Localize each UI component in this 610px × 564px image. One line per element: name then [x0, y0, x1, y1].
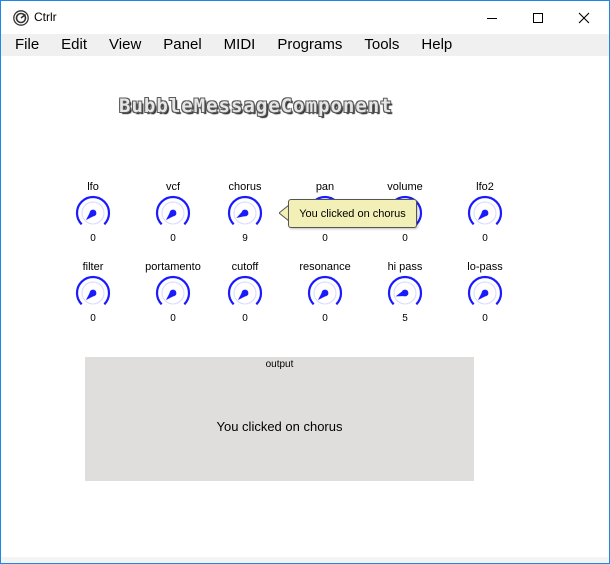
knob-filter[interactable]: filter 0: [53, 260, 133, 325]
knob-dial-icon[interactable]: [227, 275, 263, 311]
knob-label: pan: [315, 181, 335, 193]
knob-dial-icon[interactable]: [155, 195, 191, 231]
window-title: Ctrlr: [34, 10, 57, 24]
maximize-button[interactable]: [515, 1, 561, 34]
knob-dial-icon[interactable]: [467, 275, 503, 311]
close-button[interactable]: [561, 1, 607, 34]
knob-value: 0: [170, 233, 176, 244]
bubble-message: You clicked on chorus: [288, 199, 417, 228]
bottom-edge: [1, 557, 609, 563]
close-icon: [578, 12, 590, 23]
knob-label: lo-pass: [467, 261, 503, 273]
knob-portamento[interactable]: portamento 0: [133, 260, 213, 325]
menu-edit[interactable]: Edit: [51, 34, 99, 56]
knob-value: 0: [90, 233, 96, 244]
knob-label: resonance: [299, 261, 351, 273]
knob-label: lfo2: [476, 181, 494, 193]
menu-help[interactable]: Help: [411, 34, 464, 56]
output-text: You clicked on chorus: [216, 419, 343, 434]
minimize-icon: [487, 17, 497, 19]
knob-lfo[interactable]: lfo 0: [53, 180, 133, 245]
knob-value: 0: [322, 233, 328, 244]
menu-view[interactable]: View: [99, 34, 153, 56]
knob-dial-icon[interactable]: [387, 275, 423, 311]
menu-panel[interactable]: Panel: [153, 34, 213, 56]
minimize-button[interactable]: [469, 1, 515, 34]
knob-value: 0: [90, 313, 96, 324]
menu-midi[interactable]: MIDI: [214, 34, 268, 56]
knob-label: portamento: [145, 261, 201, 273]
knob-hi-pass[interactable]: hi pass 5: [365, 260, 445, 325]
knob-vcf[interactable]: vcf 0: [133, 180, 213, 245]
knob-label: filter: [82, 261, 104, 273]
menu-bar: File Edit View Panel MIDI Programs Tools…: [1, 34, 609, 56]
knob-dial-icon[interactable]: [155, 275, 191, 311]
app-window: Ctrlr File Edit View Panel MIDI Programs…: [0, 0, 610, 564]
knob-label: chorus: [228, 181, 262, 193]
knob-label: cutoff: [231, 261, 259, 273]
knob-cutoff[interactable]: cutoff 0: [205, 260, 285, 325]
maximize-icon: [533, 12, 543, 23]
knob-chorus[interactable]: chorus 9: [205, 180, 285, 245]
knob-dial-icon[interactable]: [75, 275, 111, 311]
panel-title: BubbleMessageComponent: [119, 95, 393, 117]
menu-programs[interactable]: Programs: [267, 34, 354, 56]
ctrlr-app-icon: [13, 10, 29, 26]
knob-dial-icon[interactable]: [467, 195, 503, 231]
knob-value: 0: [242, 313, 248, 324]
knob-lfo2[interactable]: lfo2 0: [445, 180, 525, 245]
knob-value: 0: [482, 313, 488, 324]
knob-value: 0: [170, 313, 176, 324]
output-box: output You clicked on chorus: [85, 357, 474, 481]
title-bar[interactable]: Ctrlr: [1, 1, 609, 34]
knob-label: lfo: [87, 181, 99, 193]
knob-dial-icon[interactable]: [307, 275, 343, 311]
knob-value: 0: [482, 233, 488, 244]
menu-tools[interactable]: Tools: [354, 34, 411, 56]
output-label: output: [265, 359, 294, 370]
knob-dial-icon[interactable]: [227, 195, 263, 231]
knob-label: hi pass: [387, 261, 423, 273]
knob-value: 0: [402, 233, 408, 244]
menu-file[interactable]: File: [1, 34, 51, 56]
knob-value: 0: [322, 313, 328, 324]
knob-dial-icon[interactable]: [75, 195, 111, 231]
knob-value: 9: [242, 233, 248, 244]
knob-lo-pass[interactable]: lo-pass 0: [445, 260, 525, 325]
knob-resonance[interactable]: resonance 0: [285, 260, 365, 325]
knob-value: 5: [402, 313, 408, 324]
panel-canvas: BubbleMessageComponent lfo 0 vcf 0 chorus 9 pa…: [1, 56, 609, 563]
knob-label: volume: [387, 181, 423, 193]
knob-label: vcf: [165, 181, 181, 193]
